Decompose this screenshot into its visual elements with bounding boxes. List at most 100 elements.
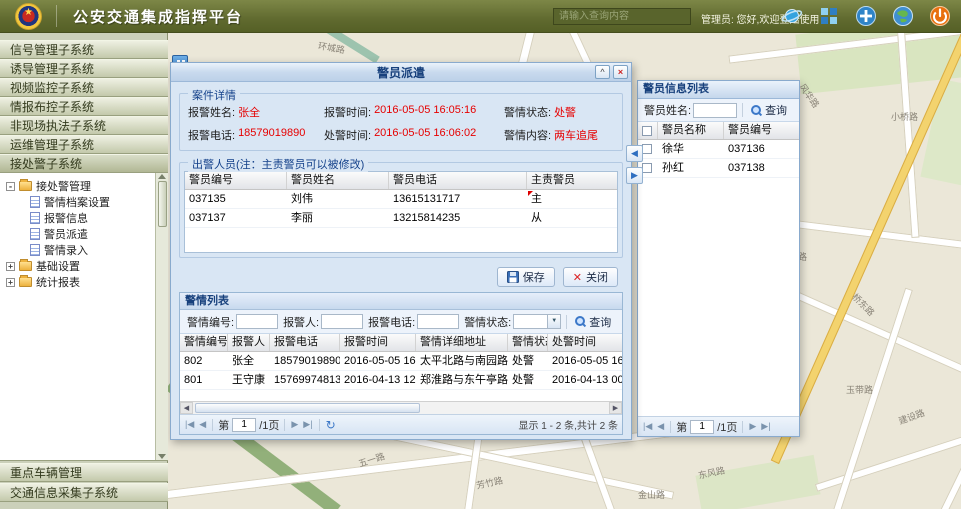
move-left-icon[interactable]: ◀: [626, 145, 643, 162]
dialog-titlebar[interactable]: 警员派遣 ^ ×: [171, 63, 631, 82]
close-button[interactable]: ✕ 关闭: [563, 267, 618, 287]
case-details-legend: 案件详情: [188, 87, 240, 103]
last-page-button[interactable]: ▶|: [760, 421, 771, 432]
sidebar-item-ops[interactable]: 运维管理子系统: [0, 135, 168, 154]
scrollbar-track[interactable]: [158, 179, 167, 454]
tree-node-label: 警员派遣: [44, 226, 88, 242]
scroll-right-icon[interactable]: ▶: [609, 402, 622, 414]
globe-orbit-icon[interactable]: [781, 5, 803, 27]
field-value: 处警: [554, 104, 576, 120]
page-number-input[interactable]: [690, 420, 714, 434]
next-page-button[interactable]: ▶: [748, 421, 757, 432]
column-header[interactable]: 处警时间: [548, 334, 623, 351]
refresh-icon[interactable]: ↻: [325, 420, 337, 430]
tree-node-statistics[interactable]: + 统计报表: [6, 274, 155, 290]
alarm-id-input[interactable]: [236, 314, 278, 329]
officer-search-button[interactable]: 查询: [748, 101, 790, 119]
grid-apps-icon[interactable]: [818, 5, 840, 27]
column-header[interactable]: 主责警员: [527, 172, 611, 189]
column-header[interactable]: 报警电话: [270, 334, 340, 351]
earth-icon[interactable]: [892, 5, 914, 27]
column-header[interactable]: 警员名称: [658, 122, 724, 139]
column-header[interactable]: 警员姓名: [287, 172, 389, 189]
save-button[interactable]: 保存: [497, 267, 555, 287]
tree-scrollbar[interactable]: [155, 173, 168, 460]
tree-node-label: 基础设置: [36, 258, 80, 274]
column-header[interactable]: 警员电话: [389, 172, 527, 189]
document-icon: [30, 196, 40, 208]
status-select[interactable]: ▼: [513, 314, 561, 329]
scroll-down-icon[interactable]: [158, 454, 166, 459]
page-prefix: 第: [676, 419, 687, 435]
global-search-input[interactable]: [553, 8, 691, 25]
table-row[interactable]: 802 张全 18579019890 2016-05-05 16:... 太平北…: [180, 352, 622, 371]
tree-node-alarm-entry[interactable]: 警情录入: [6, 242, 155, 258]
checkbox-icon[interactable]: [642, 163, 652, 173]
column-header[interactable]: 警员编号: [724, 122, 796, 139]
sidebar-item-video[interactable]: 视频监控子系统: [0, 78, 168, 97]
scroll-left-icon[interactable]: ◀: [180, 402, 193, 414]
column-header-sorted[interactable]: 警情编号▼: [180, 334, 228, 351]
tree-node-root[interactable]: - 接处警管理: [6, 178, 155, 194]
sidebar-item-intel[interactable]: 情报布控子系统: [0, 97, 168, 116]
select-all-checkbox[interactable]: [638, 122, 658, 139]
search-icon: [751, 105, 762, 116]
tree-node-basic-settings[interactable]: + 基础设置: [6, 258, 155, 274]
table-row[interactable]: 徐华 037136: [638, 140, 799, 159]
column-header[interactable]: 报警人: [228, 334, 270, 351]
column-header[interactable]: 警员编号: [185, 172, 287, 189]
move-right-icon[interactable]: ▶: [626, 167, 643, 184]
checkbox-icon[interactable]: [642, 126, 652, 136]
table-empty-area: [638, 178, 799, 416]
sidebar-item-guidance[interactable]: 诱导管理子系统: [0, 59, 168, 78]
horizontal-scrollbar[interactable]: ◀ ▶: [180, 401, 622, 414]
power-icon[interactable]: [929, 5, 951, 27]
tree-node-archive-settings[interactable]: 警情档案设置: [6, 194, 155, 210]
table-row[interactable]: 037135 刘伟 13615131717 主: [185, 190, 617, 209]
prev-page-button[interactable]: ◀: [656, 421, 665, 432]
toolbar-separator: [566, 315, 567, 329]
tree-node-officer-dispatch[interactable]: 警员派遣: [6, 226, 155, 242]
first-page-button[interactable]: |◀: [184, 419, 195, 430]
scrollbar-thumb[interactable]: [195, 403, 420, 413]
status-select-input[interactable]: [513, 314, 547, 329]
tree-node-alarm-info[interactable]: 报警信息: [6, 210, 155, 226]
officer-name-input[interactable]: [693, 103, 737, 118]
chevron-down-icon[interactable]: ▼: [547, 314, 561, 329]
plus-icon[interactable]: [855, 5, 877, 27]
sidebar-item-signal[interactable]: 信号管理子系统: [0, 40, 168, 59]
next-page-button[interactable]: ▶: [290, 419, 299, 430]
page-prefix: 第: [218, 417, 229, 433]
scrollbar-thumb[interactable]: [158, 181, 167, 227]
collapse-icon[interactable]: -: [6, 182, 15, 191]
sidebar-item-dispatch[interactable]: 接处警子系统: [0, 154, 168, 173]
map-road-label: 玉带路: [846, 383, 873, 396]
prev-page-button[interactable]: ◀: [198, 419, 207, 430]
sidebar-item-offsite[interactable]: 非现场执法子系统: [0, 116, 168, 135]
dispatch-legend: 出警人员(注：主责警员可以被修改): [188, 156, 368, 172]
sidebar-item-traffic-collection[interactable]: 交通信息采集子系统: [0, 483, 168, 502]
last-page-button[interactable]: ▶|: [302, 419, 313, 430]
phone-input[interactable]: [417, 314, 459, 329]
column-header[interactable]: 报警时间: [340, 334, 416, 351]
reporter-input[interactable]: [321, 314, 363, 329]
collapse-dialog-icon[interactable]: ^: [595, 65, 610, 79]
map-road-label: 芳竹路: [475, 473, 504, 491]
checkbox-icon[interactable]: [642, 144, 652, 154]
search-icon: [575, 316, 586, 327]
table-row[interactable]: 037137 李丽 13215814235 从: [185, 209, 617, 228]
alarm-list-panel: 警情列表 警情编号: 报警人: 报警电话: 警情状态: ▼ 查询 警情编号▼ 报…: [179, 292, 623, 435]
alarm-search-button[interactable]: 查询: [572, 313, 614, 331]
close-dialog-icon[interactable]: ×: [613, 65, 628, 79]
tree-node-label: 警情档案设置: [44, 194, 110, 210]
page-number-input[interactable]: [232, 418, 256, 432]
table-row[interactable]: 孙红 037138: [638, 159, 799, 178]
expand-icon[interactable]: +: [6, 278, 15, 287]
column-header[interactable]: 警情详细地址: [416, 334, 508, 351]
first-page-button[interactable]: |◀: [642, 421, 653, 432]
filter-label: 警情状态:: [464, 314, 511, 330]
sidebar-item-key-vehicles[interactable]: 重点车辆管理: [0, 463, 168, 482]
expand-icon[interactable]: +: [6, 262, 15, 271]
column-header[interactable]: 警情状态: [508, 334, 548, 351]
table-row[interactable]: 801 王守康 15769974813 2016-04-13 12:... 郑淮…: [180, 371, 622, 390]
